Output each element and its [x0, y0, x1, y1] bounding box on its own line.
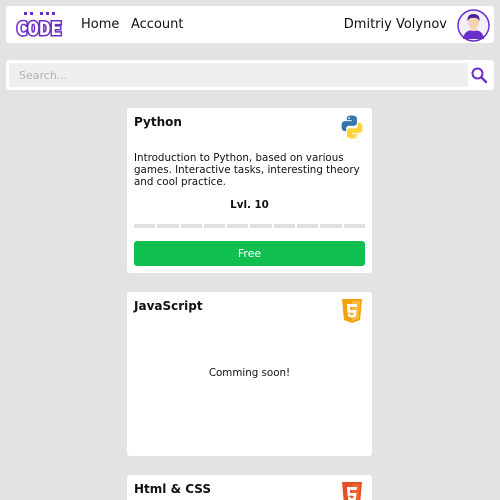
code-logo[interactable]: CODE: [11, 12, 67, 38]
coming-soon-text: Comming soon!: [208, 367, 291, 379]
avatar[interactable]: [457, 9, 490, 42]
search-input[interactable]: [9, 63, 468, 87]
course-card-python: Python Introduction to Python, based on …: [127, 108, 372, 273]
python-icon: [341, 115, 363, 139]
user-name: Dmitriy Volynov: [343, 17, 447, 32]
html5-icon: [342, 482, 362, 500]
top-bar: CODE Home Account Dmitriy Volynov: [6, 6, 494, 43]
free-button[interactable]: Free: [134, 241, 365, 266]
nav-home-link[interactable]: Home: [81, 17, 119, 32]
search-bar: [6, 60, 494, 90]
level-progress-bar: [134, 224, 365, 228]
course-card-javascript: JavaScript Comming soon!: [127, 292, 372, 456]
course-description: Introduction to Python, based on various…: [134, 152, 360, 188]
course-title: JavaScript: [134, 299, 203, 313]
nav-account-link[interactable]: Account: [131, 17, 184, 32]
javascript-icon: [342, 299, 362, 323]
course-title: Html & CSS: [134, 482, 211, 496]
search-icon[interactable]: [470, 66, 488, 84]
svg-text:CODE: CODE: [16, 18, 62, 38]
course-card-html-css: Html & CSS: [127, 475, 372, 500]
course-title: Python: [134, 115, 182, 129]
course-level: Lvl. 10: [230, 199, 269, 211]
